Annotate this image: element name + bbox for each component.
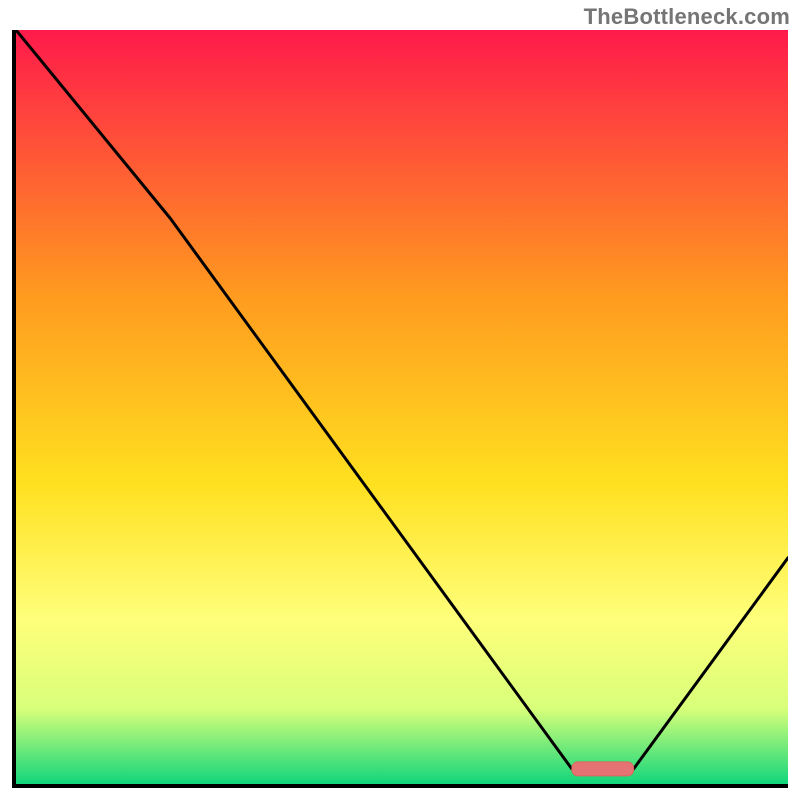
watermark-label: TheBottleneck.com xyxy=(584,4,790,30)
optimal-marker xyxy=(572,762,634,776)
gradient-background xyxy=(16,30,788,784)
chart-container: TheBottleneck.com xyxy=(0,0,800,800)
plot-area xyxy=(12,30,788,788)
plot-svg xyxy=(16,30,788,784)
